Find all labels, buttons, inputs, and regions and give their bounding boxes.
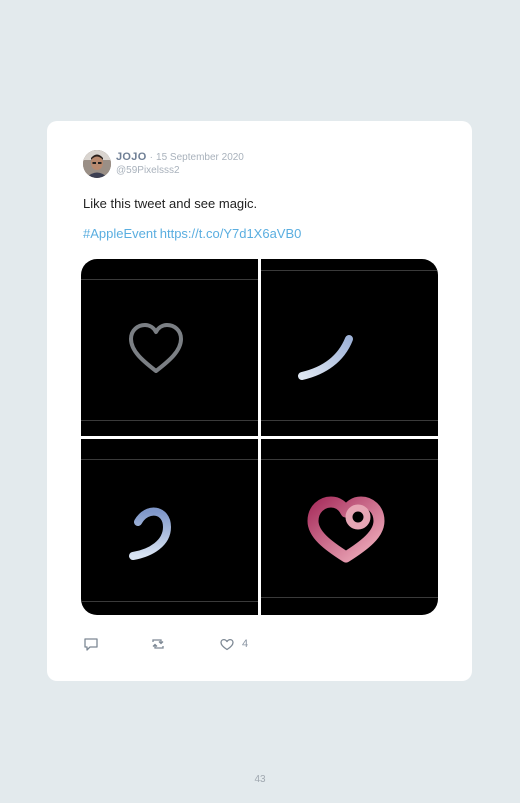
tweet-text: Like this tweet and see magic. xyxy=(83,196,258,211)
tweet-date[interactable]: 15 September 2020 xyxy=(156,152,244,163)
tweet-links: #AppleEvent https://t.co/Y7d1X6aVB0 xyxy=(83,226,301,241)
media-tile-1[interactable] xyxy=(81,259,258,436)
blue-stroke-arc-icon xyxy=(298,335,353,380)
media-tile-2[interactable] xyxy=(261,259,438,436)
media-tile-3[interactable] xyxy=(81,439,258,615)
media-tile-4[interactable] xyxy=(261,439,438,615)
heart-outline-gray-icon xyxy=(129,323,183,373)
like-count: 4 xyxy=(242,638,249,650)
avatar[interactable] xyxy=(83,150,111,178)
hashtag-link[interactable]: #AppleEvent xyxy=(83,226,157,241)
media-grid[interactable] xyxy=(81,259,438,615)
retweet-button[interactable] xyxy=(150,636,166,652)
retweet-icon xyxy=(152,639,164,649)
url-link[interactable]: https://t.co/Y7d1X6aVB0 xyxy=(160,226,302,241)
avatar-image xyxy=(83,150,111,178)
blue-stroke-hook-icon xyxy=(129,507,172,560)
reply-icon xyxy=(84,638,98,651)
author-line: JOJO · 15 September 2020 xyxy=(116,151,244,163)
author-handle[interactable]: @59Pixelsss2 xyxy=(116,165,180,176)
tweet-card: JOJO · 15 September 2020 @59Pixelsss2 Li… xyxy=(47,121,472,681)
heart-icon xyxy=(220,638,234,651)
like-button[interactable]: 4 xyxy=(219,636,248,652)
page-number: 43 xyxy=(254,774,266,785)
pink-heart-icon xyxy=(307,496,385,563)
separator-dot: · xyxy=(149,152,153,163)
author-name[interactable]: JOJO xyxy=(116,151,147,163)
reply-button[interactable] xyxy=(83,636,99,652)
